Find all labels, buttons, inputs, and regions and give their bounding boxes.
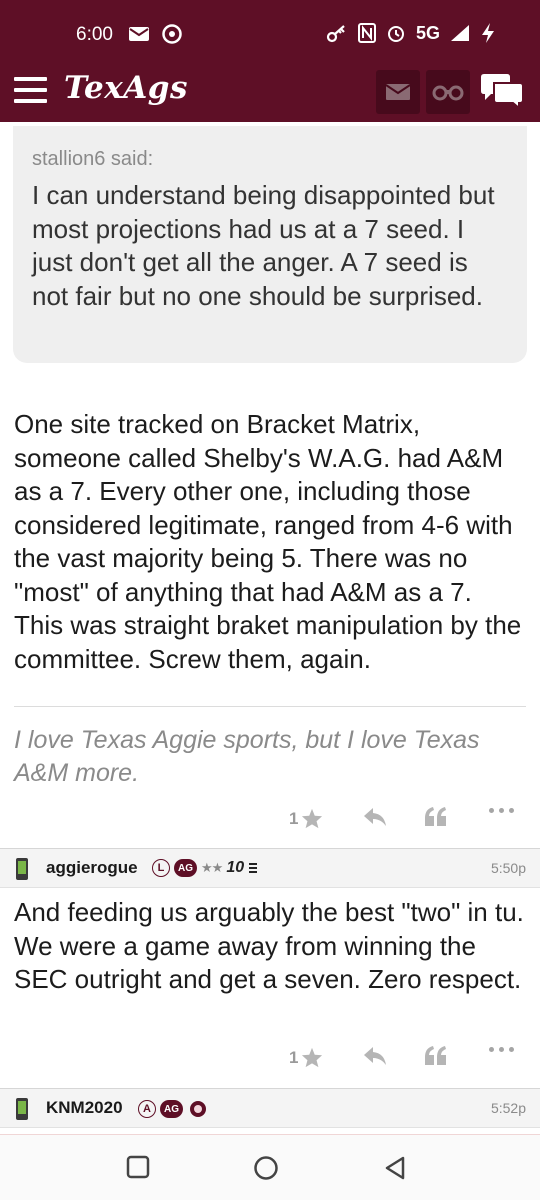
messages-button[interactable] <box>376 70 420 114</box>
badge-ag: AG <box>160 1100 183 1118</box>
star-count: 1 <box>289 808 299 828</box>
chrome-icon <box>162 24 182 44</box>
mail-icon <box>129 27 149 41</box>
signature-divider <box>14 706 526 707</box>
app-header: TexAgs <box>0 60 540 122</box>
user-badges: A AG <box>138 1099 209 1119</box>
binoculars-icon <box>432 85 464 101</box>
quote-icon[interactable] <box>424 806 448 828</box>
rank-lines-icon <box>249 863 258 873</box>
star-button[interactable]: 1 <box>289 808 323 829</box>
nfc-icon <box>357 23 376 43</box>
reply-icon[interactable] <box>362 1045 388 1067</box>
badge-ag: AG <box>174 859 197 877</box>
recent-apps-icon[interactable] <box>126 1155 150 1179</box>
menu-icon[interactable] <box>14 77 47 103</box>
star-icon <box>302 1047 323 1068</box>
quote-icon[interactable] <box>424 1045 448 1067</box>
charging-icon <box>482 23 494 43</box>
post-time: 5:50p <box>490 860 526 876</box>
key-icon <box>326 25 345 43</box>
quote-author: stallion6 said: <box>32 148 154 170</box>
mobile-phone-icon <box>16 1098 28 1120</box>
post-signature: I love Texas Aggie sports, but I love Te… <box>14 726 480 787</box>
post-body: One site tracked on Bracket Matrix, some… <box>14 409 522 674</box>
envelope-icon <box>385 84 411 100</box>
star-button[interactable]: 1 <box>289 1047 323 1068</box>
badge-rank: 10 <box>226 859 245 876</box>
post-body: And feeding us arguably the best "two" i… <box>14 897 524 994</box>
user-badges: L AG ★★ 10 <box>152 859 258 877</box>
more-options-icon[interactable] <box>489 808 514 813</box>
badge-letter: A <box>138 1100 156 1118</box>
home-icon[interactable] <box>253 1155 279 1181</box>
post-actions: 1 <box>0 800 540 836</box>
quote-block: stallion6 said: I can understand being d… <box>13 126 527 363</box>
alarm-icon <box>387 26 404 42</box>
quote-text: I can understand being disappointed but … <box>32 180 495 311</box>
signal-icon <box>451 25 469 41</box>
chat-icon[interactable] <box>479 73 525 113</box>
more-options-icon[interactable] <box>489 1047 514 1052</box>
post-time: 5:52p <box>490 1100 526 1116</box>
username[interactable]: KNM2020 <box>46 1098 123 1118</box>
navigation-bar <box>0 1134 540 1200</box>
star-count: 1 <box>289 1047 299 1067</box>
mobile-phone-icon <box>16 858 28 880</box>
mascot-icon <box>190 1101 206 1117</box>
status-time: 6:00 <box>76 24 113 45</box>
network-label: 5G <box>415 22 440 43</box>
post-actions: 1 <box>0 1039 540 1075</box>
badge-stars: ★★ <box>201 860 223 876</box>
status-bar: 6:00 5G <box>0 0 540 60</box>
watch-button[interactable] <box>426 70 470 114</box>
post-header: aggierogue L AG ★★ 10 5:50p <box>0 848 540 888</box>
texags-logo[interactable]: TexAgs <box>64 70 188 106</box>
badge-letter: L <box>152 859 170 877</box>
post-header: KNM2020 A AG 5:52p <box>0 1088 540 1128</box>
username[interactable]: aggierogue <box>46 858 138 878</box>
back-icon[interactable] <box>383 1155 407 1181</box>
reply-icon[interactable] <box>362 806 388 828</box>
star-icon <box>302 808 323 829</box>
